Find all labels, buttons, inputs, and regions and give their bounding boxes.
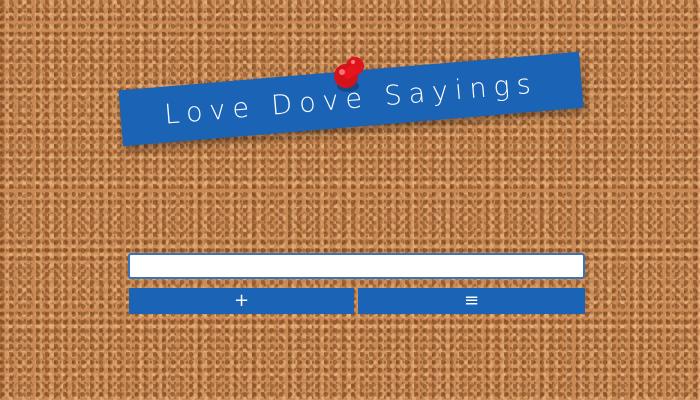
pushpin-icon [334,57,364,92]
add-button[interactable]: + [129,288,354,314]
list-button[interactable]: ≡ [358,288,585,314]
saying-input[interactable] [128,253,585,279]
